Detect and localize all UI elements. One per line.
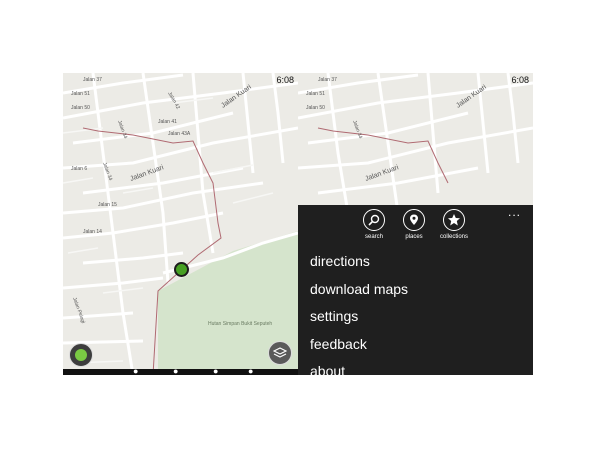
places-button[interactable]: places [398, 209, 430, 240]
menu-item-about[interactable]: about [310, 358, 408, 375]
more-options-button[interactable]: ... [508, 205, 521, 219]
search-icon [368, 214, 380, 226]
street-label: Jalan 37 [83, 77, 102, 83]
locate-me-icon [75, 349, 87, 361]
search-label: search [364, 234, 383, 240]
status-time: 6:08 [511, 75, 529, 85]
places-icon [410, 214, 418, 225]
menu-item-settings[interactable]: settings [310, 303, 408, 331]
status-time: 6:08 [276, 75, 294, 85]
street-label: Jalan 51 [306, 91, 325, 97]
app-bar-menu: directions download maps settings feedba… [310, 248, 408, 375]
street-label: Jalan 15 [98, 202, 117, 208]
street-label: Jalan 43A [168, 131, 191, 137]
app-bar: ... search places collections directions… [298, 205, 533, 375]
right-phone-screen: 6:08 Jalan 37 Jalan 51 Jalan 50 Jalan 34… [298, 73, 533, 375]
search-button[interactable]: search [358, 209, 390, 240]
park-label: Hutan Simpan Bukit Seputeh [208, 321, 272, 327]
street-label: Jalan 14 [83, 229, 102, 235]
partial-icon: ● [248, 369, 254, 375]
current-location-marker [174, 262, 189, 277]
bottom-strip: ● ● ● ● [63, 369, 298, 375]
left-phone-screen: 6:08 Jalan 37 Jalan 51 Jalan 50 Jalan 34… [63, 73, 298, 375]
collections-label: collections [439, 234, 468, 240]
partial-icon: ● [133, 369, 139, 375]
star-icon [448, 214, 460, 226]
map-view[interactable]: Jalan 37 Jalan 51 Jalan 50 Jalan 34 Jala… [63, 73, 298, 375]
street-label: Jalan 51 [71, 91, 90, 97]
partial-icon: ● [213, 369, 219, 375]
partial-icon: ● [173, 369, 179, 375]
locate-me-button[interactable] [69, 343, 93, 367]
menu-item-feedback[interactable]: feedback [310, 331, 408, 359]
street-label: Jalan 50 [306, 105, 325, 111]
layers-button[interactable] [268, 341, 292, 365]
app-bar-icons: search places collections [358, 209, 470, 240]
street-label: Jalan 50 [71, 105, 90, 111]
collections-button[interactable]: collections [438, 209, 470, 240]
menu-item-download-maps[interactable]: download maps [310, 276, 408, 304]
layers-icon [273, 347, 287, 358]
street-label: Jalan 37 [318, 77, 337, 83]
menu-item-directions[interactable]: directions [310, 248, 408, 276]
street-label: Jalan 41 [158, 119, 177, 125]
street-label: Jalan 6 [71, 166, 87, 172]
places-label: places [405, 234, 423, 240]
